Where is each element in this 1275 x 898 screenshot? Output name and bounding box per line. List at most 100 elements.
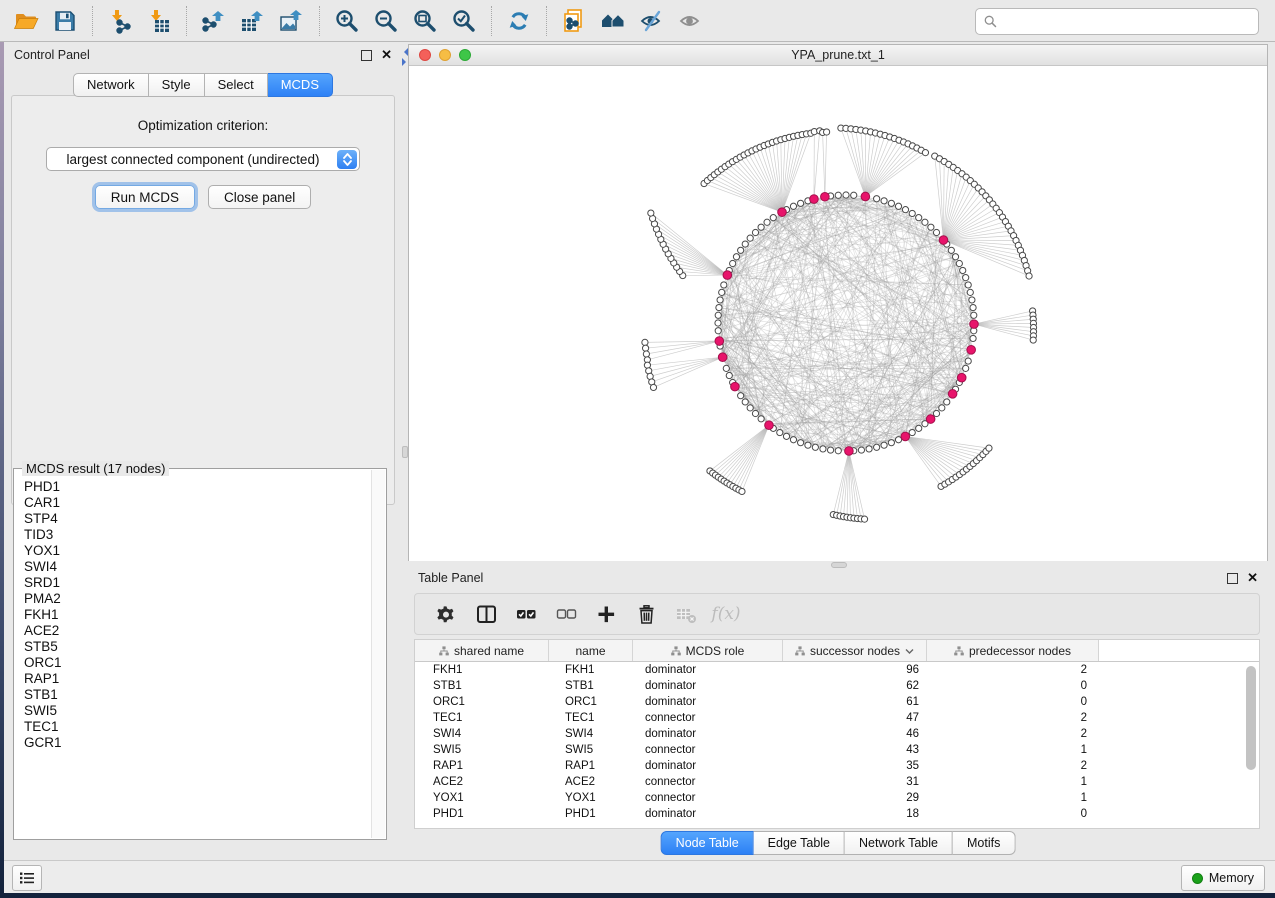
column-header-successor-nodes[interactable]: successor nodes (783, 640, 927, 661)
network-node[interactable] (747, 405, 753, 411)
toggle-panel-button[interactable] (469, 599, 503, 629)
network-node[interactable] (742, 241, 748, 247)
leaf-node[interactable] (1026, 273, 1032, 279)
mcds-result-item[interactable]: YOX1 (24, 543, 371, 559)
network-node[interactable] (798, 440, 804, 446)
mcds-hub-node[interactable] (723, 271, 732, 280)
run-mcds-button[interactable]: Run MCDS (95, 185, 195, 209)
memory-button[interactable]: Memory (1181, 865, 1265, 891)
first-neighbors-button[interactable] (597, 5, 629, 37)
tab-edge-table[interactable]: Edge Table (754, 831, 845, 855)
network-node[interactable] (881, 198, 887, 204)
network-node[interactable] (715, 312, 721, 318)
import-network-button[interactable] (104, 5, 136, 37)
network-node[interactable] (944, 399, 950, 405)
mcds-result-item[interactable]: FKH1 (24, 607, 371, 623)
mcds-result-item[interactable]: RAP1 (24, 671, 371, 687)
optimization-criterion-select[interactable]: largest connected component (undirected) (46, 147, 360, 171)
mcds-result-item[interactable]: SWI5 (24, 703, 371, 719)
network-node[interactable] (963, 365, 969, 371)
mcds-result-item[interactable]: GCR1 (24, 735, 371, 751)
zoom-in-button[interactable] (331, 5, 363, 37)
table-row[interactable]: PHD1PHD1dominator180 (415, 806, 1259, 822)
network-node[interactable] (783, 433, 789, 439)
mcds-hub-node[interactable] (810, 195, 819, 204)
network-node[interactable] (970, 304, 976, 310)
tab-network-table[interactable]: Network Table (845, 831, 953, 855)
task-history-button[interactable] (12, 865, 42, 891)
network-node[interactable] (956, 260, 962, 266)
deselect-all-button[interactable] (549, 599, 583, 629)
network-node[interactable] (827, 447, 833, 453)
save-session-button[interactable] (49, 5, 81, 37)
hide-selected-button[interactable] (636, 5, 668, 37)
float-panel-icon[interactable] (361, 50, 372, 61)
network-node[interactable] (764, 219, 770, 225)
mcds-result-item[interactable]: STB1 (24, 687, 371, 703)
show-hidden-button[interactable] (675, 5, 707, 37)
zoom-selected-button[interactable] (448, 5, 480, 37)
network-node[interactable] (742, 399, 748, 405)
mcds-hub-node[interactable] (970, 320, 979, 329)
mcds-hub-node[interactable] (901, 432, 910, 441)
network-node[interactable] (835, 192, 841, 198)
mcds-hub-node[interactable] (778, 208, 787, 217)
table-options-button[interactable] (429, 599, 463, 629)
close-panel-button[interactable]: Close panel (208, 185, 311, 209)
network-node[interactable] (970, 335, 976, 341)
network-node[interactable] (969, 297, 975, 303)
network-node[interactable] (866, 446, 872, 452)
network-node[interactable] (835, 448, 841, 454)
mcds-result-item[interactable]: STP4 (24, 511, 371, 527)
network-node[interactable] (858, 447, 864, 453)
network-node[interactable] (820, 446, 826, 452)
tab-node-table[interactable]: Node Table (661, 831, 754, 855)
mcds-hub-node[interactable] (731, 382, 740, 391)
delete-column-button[interactable] (629, 599, 663, 629)
mcds-hub-node[interactable] (715, 337, 724, 346)
network-node[interactable] (960, 267, 966, 273)
leaf-node[interactable] (922, 150, 928, 156)
network-node[interactable] (726, 372, 732, 378)
mcds-list-scrollbar[interactable] (371, 470, 385, 838)
mcds-hub-node[interactable] (718, 353, 727, 362)
network-node[interactable] (843, 192, 849, 198)
leaf-node[interactable] (642, 339, 648, 345)
network-node[interactable] (812, 444, 818, 450)
column-header-name[interactable]: name (549, 640, 633, 661)
network-node[interactable] (916, 425, 922, 431)
network-node[interactable] (965, 282, 971, 288)
mcds-hub-node[interactable] (845, 447, 854, 456)
export-image-button[interactable] (276, 5, 308, 37)
zoom-fit-button[interactable] (409, 5, 441, 37)
table-row[interactable]: SWI4SWI4dominator462 (415, 726, 1259, 742)
mcds-hub-node[interactable] (957, 373, 966, 382)
add-column-button[interactable] (589, 599, 623, 629)
mcds-hub-node[interactable] (948, 390, 957, 399)
export-table-button[interactable] (237, 5, 269, 37)
network-node[interactable] (790, 437, 796, 443)
network-node[interactable] (874, 196, 880, 202)
table-row[interactable]: TEC1TEC1connector472 (415, 710, 1259, 726)
network-node[interactable] (752, 410, 758, 416)
tab-style[interactable]: Style (149, 73, 205, 97)
mcds-result-item[interactable]: ACE2 (24, 623, 371, 639)
delete-table-button[interactable] (669, 599, 703, 629)
mcds-result-item[interactable]: PMA2 (24, 591, 371, 607)
mcds-result-item[interactable]: STB5 (24, 639, 371, 655)
mcds-result-item[interactable]: TEC1 (24, 719, 371, 735)
leaf-node[interactable] (861, 516, 867, 522)
network-from-selection-button[interactable] (558, 5, 590, 37)
function-builder-button[interactable]: f(x) (709, 599, 743, 629)
tab-mcds[interactable]: MCDS (268, 73, 333, 97)
network-node[interactable] (798, 200, 804, 206)
table-row[interactable]: YOX1YOX1connector291 (415, 790, 1259, 806)
mcds-result-item[interactable]: PHD1 (24, 479, 371, 495)
close-panel-icon[interactable]: ✕ (381, 50, 392, 60)
column-header-MCDS-role[interactable]: MCDS role (633, 640, 783, 661)
network-node[interactable] (790, 203, 796, 209)
import-table-button[interactable] (143, 5, 175, 37)
mcds-hub-node[interactable] (861, 192, 870, 201)
network-node[interactable] (723, 365, 729, 371)
column-header-shared-name[interactable]: shared name (415, 640, 549, 661)
